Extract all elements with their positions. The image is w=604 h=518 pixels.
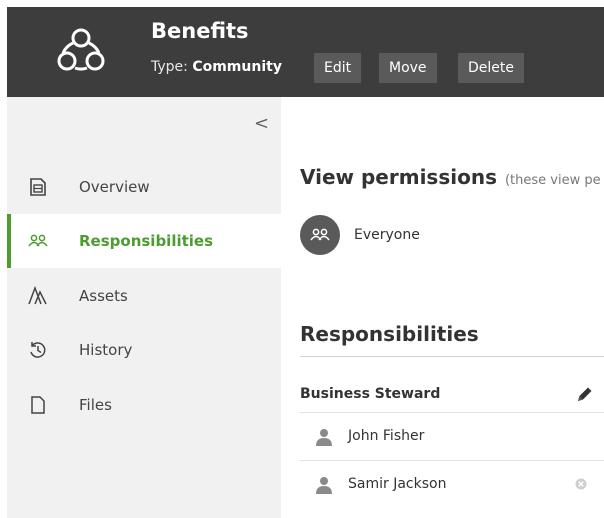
- sidebar-item-label: History: [79, 341, 133, 359]
- permission-everyone: Everyone: [300, 215, 420, 255]
- user-icon: [316, 429, 332, 446]
- assets-icon: [28, 285, 47, 305]
- sidebar-item-files[interactable]: Files: [7, 378, 281, 432]
- type-label: Type:: [151, 59, 188, 75]
- sidebar-item-responsibilities[interactable]: Responsibilities: [7, 214, 281, 268]
- sidebar-item-history[interactable]: History: [7, 323, 281, 377]
- sidebar-item-label: Assets: [79, 287, 128, 305]
- collapse-sidebar-button[interactable]: <: [254, 113, 269, 134]
- main-content: View permissions (these view pe Everyone …: [281, 97, 604, 518]
- users-icon: [310, 228, 330, 241]
- responsibilities-title: Responsibilities: [300, 322, 479, 346]
- divider: [300, 356, 604, 357]
- window-edge: [0, 0, 7, 518]
- users-icon: [28, 234, 48, 247]
- view-permissions-heading: View permissions (these view pe: [300, 165, 601, 189]
- view-permissions-subtitle: (these view pe: [504, 173, 601, 188]
- sidebar-item-label: Files: [79, 396, 112, 414]
- sidebar-item-assets[interactable]: Assets: [7, 269, 281, 323]
- list-item[interactable]: John Fisher: [300, 412, 604, 460]
- list-item[interactable]: Samir Jackson: [300, 460, 604, 508]
- edit-button[interactable]: Edit: [314, 53, 362, 83]
- remove-icon[interactable]: [575, 478, 587, 490]
- type-value: Community: [192, 59, 282, 75]
- person-name: Samir Jackson: [348, 476, 447, 492]
- sidebar: < Overview Responsibilities Assets Histo…: [7, 97, 281, 518]
- overview-icon: [30, 178, 46, 196]
- sidebar-item-label: Responsibilities: [79, 232, 214, 250]
- person-name: John Fisher: [348, 428, 425, 444]
- view-permissions-title: View permissions: [300, 165, 497, 189]
- history-icon: [30, 342, 46, 358]
- page-title: Benefits: [151, 19, 249, 43]
- user-icon: [316, 477, 332, 494]
- delete-button[interactable]: Delete: [458, 53, 524, 83]
- sidebar-item-label: Overview: [79, 178, 150, 196]
- move-button[interactable]: Move: [379, 53, 437, 83]
- sidebar-item-overview[interactable]: Overview: [7, 160, 281, 214]
- everyone-label: Everyone: [354, 227, 420, 243]
- page-header: Benefits Type: Community Edit Move Delet…: [7, 7, 604, 97]
- pencil-icon[interactable]: [575, 384, 595, 404]
- role-name: Business Steward: [300, 386, 441, 402]
- avatar: [300, 215, 340, 255]
- file-icon: [31, 396, 45, 414]
- asset-type: Type: Community: [151, 59, 282, 75]
- community-icon: [57, 28, 105, 71]
